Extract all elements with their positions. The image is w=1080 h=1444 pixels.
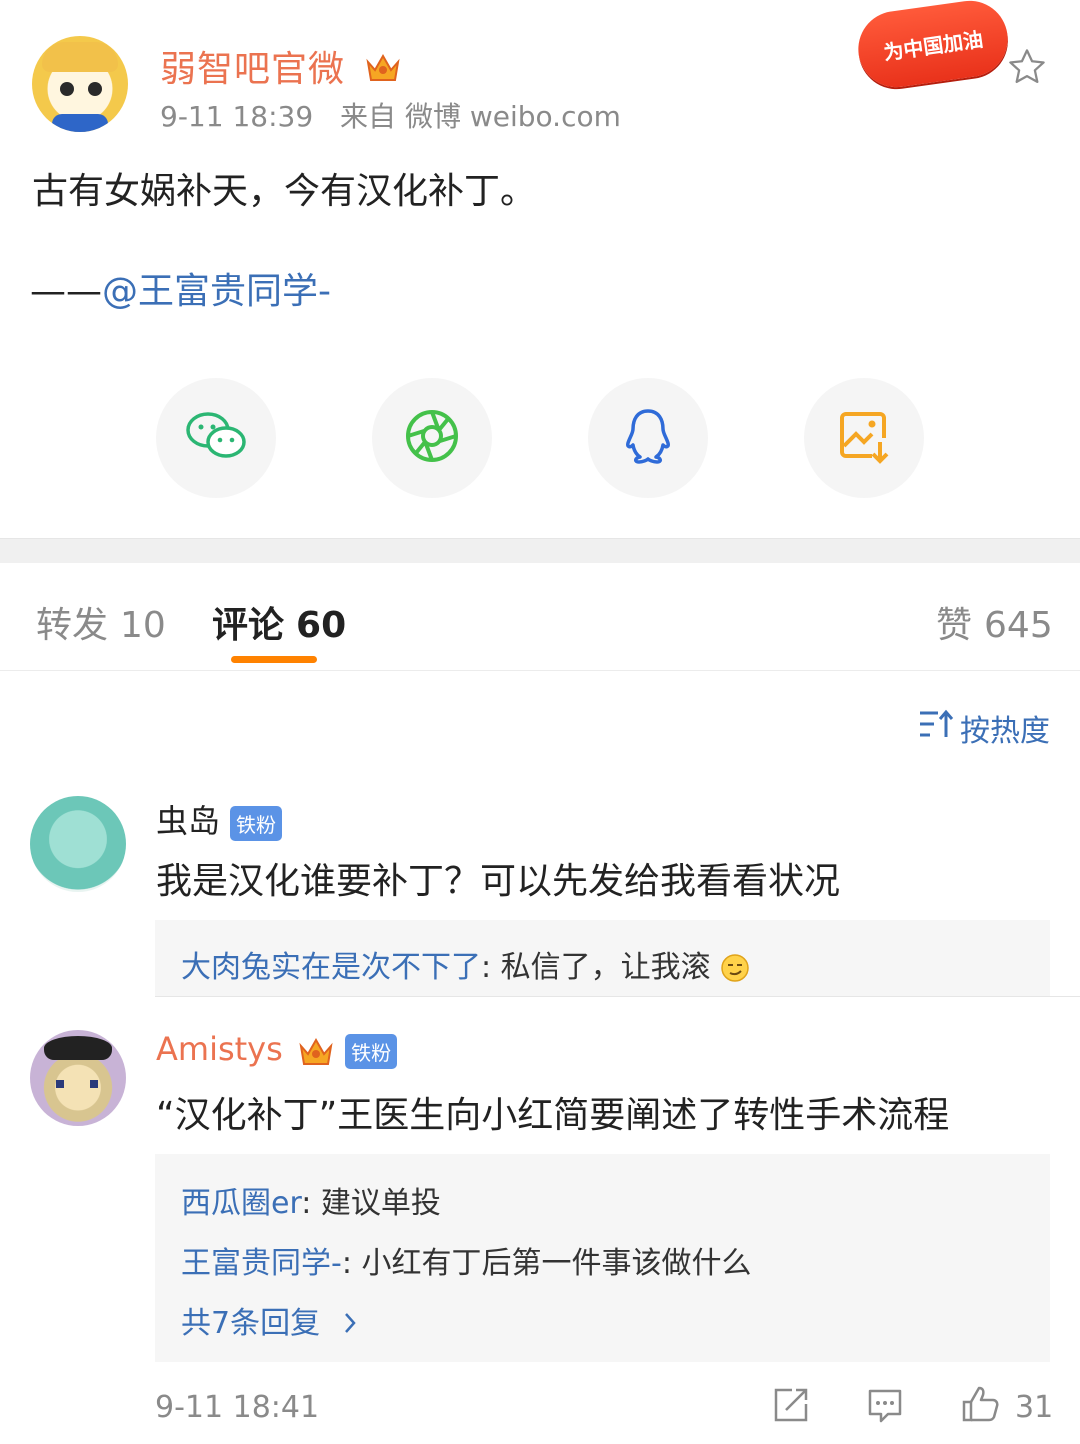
share-moments-button[interactable]: [372, 378, 492, 498]
save-image-icon: [836, 408, 892, 468]
reply-text: 小红有丁后第一件事该做什么: [361, 1246, 752, 1281]
favorite-star-icon[interactable]: [1006, 46, 1048, 88]
comment-avatar[interactable]: [30, 1030, 126, 1126]
comment-text: “汉化补丁”王医生向小红简要阐述了转性手术流程: [156, 1095, 950, 1136]
cheer-badge-text: 为中国加油: [882, 26, 985, 65]
reply-line: 大肉兔实在是次不下了: 私信了，让我滚: [181, 942, 750, 986]
more-replies-link[interactable]: 共7条回复: [181, 1298, 360, 1342]
post-body: 古有女娲补天，今有汉化补丁。: [32, 171, 537, 212]
reply-user-link[interactable]: 西瓜圈er: [181, 1186, 301, 1221]
tab-comment[interactable]: 评论 60: [212, 596, 346, 648]
tab-repost-count: 10: [120, 605, 166, 646]
tab-repost[interactable]: 转发 10: [36, 596, 166, 648]
share-qq-button[interactable]: [588, 378, 708, 498]
repost-comment-button[interactable]: [772, 1386, 810, 1428]
tab-comment-label: 评论: [212, 605, 285, 646]
comment-author-name[interactable]: Amistys: [156, 1030, 283, 1068]
sort-icon: [918, 709, 960, 747]
thumbs-up-icon: [960, 1386, 1000, 1428]
reply-separator: :: [341, 1246, 362, 1281]
signature-dash: ——: [30, 271, 102, 312]
post-time: 9-11 18:39: [160, 100, 314, 133]
comment-author[interactable]: 虫岛 铁粉: [156, 796, 283, 842]
post-meta: 9-11 18:39 来自 微博 weibo.com: [160, 95, 621, 135]
signature-mention-link[interactable]: @王富贵同学-: [102, 271, 331, 312]
reply-separator: :: [301, 1186, 321, 1221]
comment-time: 9-11 18:41: [155, 1390, 320, 1425]
reply-user-link[interactable]: 王富贵同学-: [181, 1246, 342, 1281]
reply-box[interactable]: 大肉兔实在是次不下了: 私信了，让我滚: [155, 920, 1050, 996]
reply-user-link[interactable]: 大肉兔实在是次不下了: [181, 950, 481, 985]
author-name[interactable]: 弱智吧官微: [160, 40, 401, 93]
tab-like[interactable]: 赞 645: [936, 596, 1053, 648]
wechat-icon: [184, 408, 248, 468]
tab-like-count: 645: [984, 605, 1053, 646]
comment-bubble-icon: [866, 1389, 904, 1428]
comment-text: 我是汉化谁要补丁？可以先发给我看看状况: [156, 861, 841, 902]
tab-divider: [0, 670, 1080, 671]
post-signature: ——@王富贵同学-: [30, 262, 331, 314]
more-replies-label[interactable]: 共7条回复: [181, 1306, 320, 1341]
vip-crown-icon: [365, 50, 401, 93]
comment-avatar[interactable]: [30, 796, 126, 892]
comment-author-name[interactable]: 虫岛: [156, 802, 220, 840]
smirk-emoji-icon: [720, 950, 750, 985]
reply-line: 王富贵同学-: 小红有丁后第一件事该做什么: [181, 1238, 751, 1282]
qq-icon: [623, 407, 673, 469]
reply-text: 私信了，让我滚: [500, 950, 711, 985]
tab-repost-label: 转发: [36, 605, 109, 646]
tab-active-indicator: [231, 656, 317, 663]
reply-box[interactable]: 西瓜圈er: 建议单投 王富贵同学-: 小红有丁后第一件事该做什么 共7条回复: [155, 1154, 1050, 1362]
sort-by-hot-button[interactable]: 按热度: [918, 706, 1050, 750]
comment-author[interactable]: Amistys 铁粉: [156, 1030, 398, 1069]
chevron-right-icon: [330, 1306, 360, 1341]
reply-separator: :: [481, 950, 501, 985]
moments-icon: [404, 408, 460, 468]
iron-fan-badge: 铁粉: [230, 805, 283, 841]
reply-line: 西瓜圈er: 建议单投: [181, 1178, 441, 1222]
sort-label: 按热度: [960, 714, 1050, 749]
vip-crown-icon: [293, 1030, 345, 1068]
like-comment-button[interactable]: [960, 1384, 1000, 1428]
author-avatar[interactable]: [32, 36, 128, 132]
cheer-china-badge[interactable]: 为中国加油: [853, 0, 1013, 93]
comment-divider: [155, 996, 1080, 997]
section-divider: [0, 538, 1080, 563]
reply-comment-button[interactable]: [866, 1386, 904, 1428]
share-wechat-button[interactable]: [156, 378, 276, 498]
iron-fan-badge: 铁粉: [345, 1033, 398, 1069]
post-source: 来自 微博 weibo.com: [340, 100, 621, 133]
tab-like-label: 赞: [936, 605, 973, 646]
reply-text: 建议单投: [320, 1186, 441, 1221]
save-image-button[interactable]: [804, 378, 924, 498]
tab-comment-count: 60: [296, 605, 347, 646]
author-name-text[interactable]: 弱智吧官微: [160, 49, 345, 90]
like-count: 31: [1015, 1390, 1054, 1425]
share-arrow-icon: [772, 1388, 810, 1428]
